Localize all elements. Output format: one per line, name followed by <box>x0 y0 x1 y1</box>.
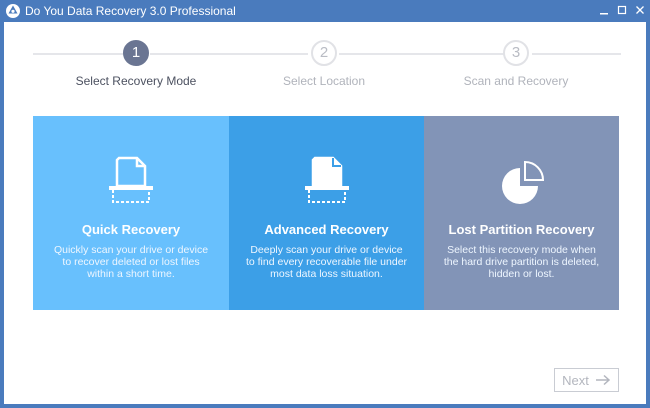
card-title: Quick Recovery <box>81 222 181 237</box>
next-button[interactable]: Next <box>554 368 619 392</box>
card-description: Quickly scan your drive or device to rec… <box>53 244 209 280</box>
next-label: Next <box>562 372 589 388</box>
card-description: Deeply scan your drive or device to find… <box>245 244 408 280</box>
step-select-recovery-mode: 1 Select Recovery Mode <box>61 40 211 88</box>
close-button[interactable] <box>632 2 648 20</box>
step-label: Scan and Recovery <box>463 74 569 88</box>
step-scan-and-recovery: 3 Scan and Recovery <box>441 40 591 88</box>
recovery-mode-cards: Quick Recovery Quickly scan your drive o… <box>33 116 619 310</box>
quick-recovery-card[interactable]: Quick Recovery Quickly scan your drive o… <box>33 116 229 310</box>
minimize-button[interactable] <box>596 2 612 20</box>
restore-icon <box>617 5 627 15</box>
lost-partition-recovery-card[interactable]: Lost Partition Recovery Select this reco… <box>424 116 619 310</box>
step-label: Select Recovery Mode <box>75 74 197 88</box>
step-number: 1 <box>123 40 149 66</box>
advanced-recovery-card[interactable]: Advanced Recovery Deeply scan your drive… <box>229 116 424 310</box>
card-description: Select this recovery mode when the hard … <box>443 244 600 280</box>
pie-chart-icon <box>501 160 544 204</box>
step-number: 2 <box>311 40 337 66</box>
window-title: Do You Data Recovery 3.0 Professional <box>25 4 236 18</box>
card-title: Lost Partition Recovery <box>448 222 595 237</box>
step-select-location: 2 Select Location <box>249 40 399 88</box>
title-bar[interactable]: Do You Data Recovery 3.0 Professional <box>0 0 650 22</box>
step-number: 3 <box>503 40 529 66</box>
app-window: Do You Data Recovery 3.0 Professional 1 … <box>0 0 650 408</box>
document-scan-icon <box>109 156 153 203</box>
close-icon <box>636 6 644 14</box>
card-title: Advanced Recovery <box>264 222 389 237</box>
step-label: Select Location <box>282 74 366 88</box>
document-scan-icon <box>304 156 349 203</box>
main-content: 1 Select Recovery Mode 2 Select Location… <box>4 22 646 404</box>
minimize-icon <box>600 13 608 15</box>
restore-button[interactable] <box>614 2 630 20</box>
arrow-right-icon <box>595 374 610 386</box>
app-logo-icon <box>6 4 20 18</box>
